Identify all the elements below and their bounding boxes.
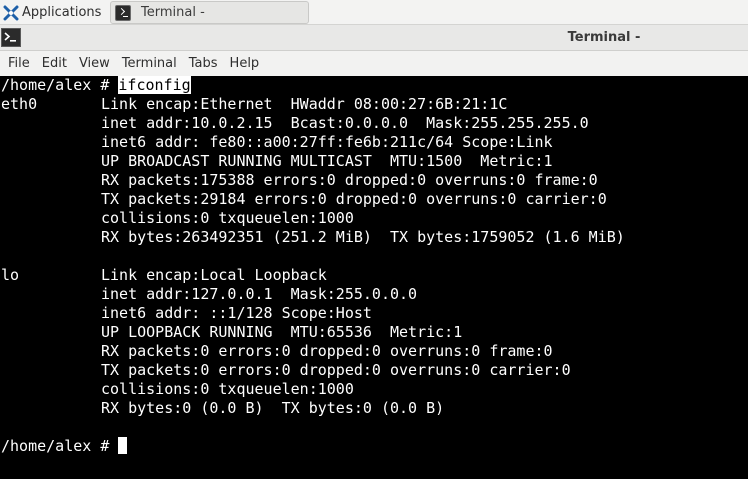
output-line: UP BROADCAST RUNNING MULTICAST MTU:1500 … [101,152,553,170]
menu-tabs[interactable]: Tabs [183,51,224,76]
menu-terminal[interactable]: Terminal [116,51,183,76]
output-line: inet addr:127.0.0.1 Mask:255.0.0.0 [101,285,418,303]
output-line: inet6 addr: ::1/128 Scope:Host [101,304,372,322]
menu-view[interactable]: View [73,51,116,76]
output-line: TX packets:29184 errors:0 dropped:0 over… [101,190,607,208]
interface-name: lo [1,266,20,284]
command-text: ifconfig [118,76,191,94]
window-title: Terminal - [567,30,641,45]
output-line: RX bytes:0 (0.0 B) TX bytes:0 (0.0 B) [101,399,445,417]
menu-edit[interactable]: Edit [36,51,73,76]
command-line: /home/alex # ifconfig [1,76,191,95]
output-line: collisions:0 txqueuelen:1000 [101,380,354,398]
output-line: TX packets:0 errors:0 dropped:0 overruns… [101,361,571,379]
interface-name: eth0 [1,95,38,113]
prompt: /home/alex # [1,76,119,94]
text-cursor [118,437,128,454]
terminal-icon [115,4,131,21]
output-line: RX packets:0 errors:0 dropped:0 overruns… [101,342,553,360]
final-prompt-line: /home/alex # [1,437,128,456]
output-line: Link encap:Ethernet HWaddr 08:00:27:6B:2… [101,95,508,113]
taskbar-window-terminal[interactable]: Terminal - [110,1,309,24]
menu-bar: File Edit View Terminal Tabs Help [0,51,748,76]
taskbar-window-title: Terminal - [141,5,205,20]
xfce-logo-icon [3,5,19,20]
output-line: inet addr:10.0.2.15 Bcast:0.0.0.0 Mask:2… [101,114,589,132]
output-line: UP LOOPBACK RUNNING MTU:65536 Metric:1 [101,323,463,341]
menu-file[interactable]: File [2,51,36,76]
applications-menu-button[interactable]: Applications [0,0,108,25]
output-line: collisions:0 txqueuelen:1000 [101,209,354,227]
window-titlebar[interactable]: Terminal - [0,25,748,51]
output-line: Link encap:Local Loopback [101,266,327,284]
taskbar: Applications Terminal - [0,0,748,25]
output-line: RX packets:175388 errors:0 dropped:0 ove… [101,171,598,189]
output-line: inet6 addr: fe80::a00:27ff:fe6b:211c/64 … [101,133,553,151]
applications-label: Applications [22,5,102,20]
prompt: /home/alex # [1,437,119,455]
output-line: RX bytes:263492351 (251.2 MiB) TX bytes:… [101,228,625,246]
menu-help[interactable]: Help [224,51,266,76]
terminal-output[interactable]: /home/alex # ifconfig eth0 Link encap:Et… [0,76,748,479]
